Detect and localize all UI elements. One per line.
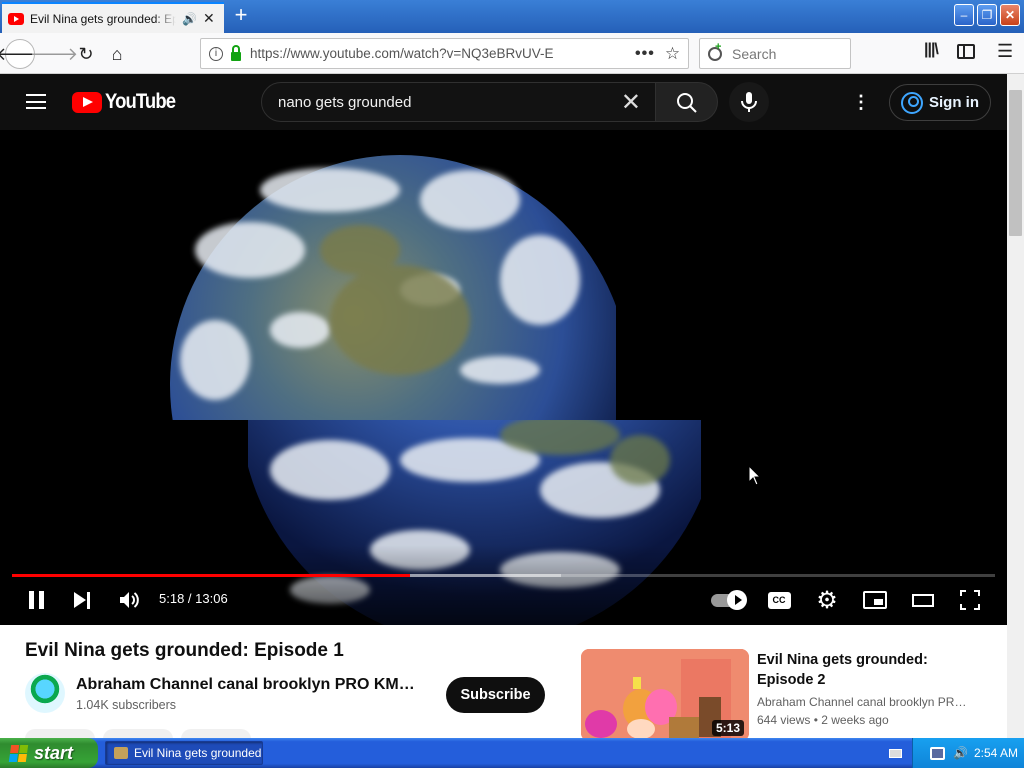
miniplayer-button[interactable] bbox=[862, 586, 888, 614]
firefox-window-icon bbox=[114, 747, 128, 759]
scrollbar-thumb[interactable] bbox=[1009, 90, 1022, 236]
youtube-masthead: YouTube nano gets grounded ✕ ⋮ Sign in bbox=[0, 74, 1007, 130]
youtube-wordmark: YouTube bbox=[105, 90, 176, 113]
web-search-box[interactable]: Search bbox=[699, 38, 851, 69]
minimize-window-button[interactable]: – bbox=[954, 4, 974, 26]
new-tab-button[interactable]: + bbox=[229, 4, 253, 28]
page-scrollbar[interactable] bbox=[1007, 74, 1024, 738]
mute-button[interactable] bbox=[117, 586, 141, 614]
next-video-button[interactable] bbox=[70, 586, 94, 614]
recommended-channel[interactable]: Abraham Channel canal brooklyn PRO KMS bbox=[757, 695, 967, 709]
progress-bar[interactable] bbox=[12, 574, 995, 577]
keyboard-icon[interactable] bbox=[889, 748, 902, 758]
pause-button[interactable] bbox=[24, 586, 48, 614]
duration-badge: 5:13 bbox=[712, 720, 745, 736]
action-buttons-row bbox=[25, 729, 251, 738]
subscriber-count: 1.04K subscribers bbox=[76, 698, 177, 712]
secure-lock-icon bbox=[231, 44, 241, 61]
guide-menu-icon[interactable] bbox=[26, 94, 46, 109]
youtube-play-logo-icon bbox=[72, 91, 102, 113]
settings-kebab-icon[interactable]: ⋮ bbox=[850, 92, 872, 114]
subtitles-button[interactable]: CC bbox=[767, 586, 791, 614]
system-tray: 🔊 2:54 AM bbox=[889, 738, 1024, 768]
youtube-search-input[interactable]: nano gets grounded ✕ bbox=[261, 82, 656, 122]
youtube-search-button[interactable] bbox=[655, 82, 718, 122]
account-icon bbox=[901, 91, 923, 114]
site-info-icon[interactable]: i bbox=[209, 46, 223, 61]
taskbar-window-item[interactable]: Evil Nina gets grounded: Episode 1 - You… bbox=[105, 741, 263, 765]
fullscreen-button[interactable] bbox=[958, 586, 982, 614]
taskbar-item-label: Evil Nina gets grounded: Episode 1 - You… bbox=[134, 746, 263, 760]
volume-icon bbox=[120, 592, 139, 608]
clock[interactable]: 2:54 AM bbox=[974, 746, 1018, 760]
progress-played bbox=[12, 574, 411, 577]
settings-gear-icon[interactable]: ⚙ bbox=[815, 586, 839, 614]
tab-title: Evil Nina gets grounded: Episode 1 - You… bbox=[30, 11, 176, 26]
hamburger-menu-icon[interactable]: ☰ bbox=[997, 41, 1013, 62]
video-player[interactable]: 5:18 / 13:06 CC ⚙ bbox=[0, 130, 1007, 625]
browser-toolbar: 🡐 🡒 ↻ ⌂ i https://www.youtube.com/watch?… bbox=[0, 33, 1024, 74]
address-bar[interactable]: i https://www.youtube.com/watch?v=NQ3eBR… bbox=[200, 38, 689, 69]
channel-avatar[interactable] bbox=[25, 673, 65, 713]
voice-search-button[interactable] bbox=[729, 82, 769, 122]
theater-mode-button[interactable] bbox=[911, 586, 935, 614]
autoplay-play-icon bbox=[727, 590, 747, 610]
time-display: 5:18 / 13:06 bbox=[159, 591, 228, 606]
sidebar-toggle-icon[interactable] bbox=[957, 44, 975, 59]
sign-in-button[interactable]: Sign in bbox=[889, 84, 991, 121]
channel-name[interactable]: Abraham Channel canal brooklyn PRO KMS Y… bbox=[76, 676, 421, 694]
subscribe-button[interactable]: Subscribe bbox=[446, 677, 545, 713]
forward-button[interactable]: 🡒 bbox=[30, 39, 78, 69]
speaker-icon[interactable]: 🔊 bbox=[182, 12, 197, 26]
library-icon[interactable]: |||\ bbox=[924, 41, 939, 59]
controls-gradient bbox=[0, 545, 1007, 625]
restore-window-button[interactable]: ❐ bbox=[977, 4, 997, 26]
youtube-favicon-icon bbox=[8, 12, 24, 25]
browser-tab-strip: Evil Nina gets grounded: Episode 1 - You… bbox=[0, 0, 1024, 33]
search-placeholder: Search bbox=[732, 45, 777, 62]
start-button[interactable]: start bbox=[0, 738, 98, 768]
cc-icon: CC bbox=[767, 591, 791, 609]
browser-tab[interactable]: Evil Nina gets grounded: Episode 1 - You… bbox=[2, 2, 224, 33]
fullscreen-icon bbox=[960, 590, 980, 610]
next-icon bbox=[74, 592, 86, 608]
clear-search-icon[interactable]: ✕ bbox=[621, 88, 641, 117]
close-tab-icon[interactable]: ✕ bbox=[203, 10, 215, 27]
miniplayer-icon bbox=[863, 591, 887, 609]
recommended-meta: 644 views • 2 weeks ago bbox=[757, 713, 889, 727]
url-text[interactable]: https://www.youtube.com/watch?v=NQ3eBRvU… bbox=[250, 46, 635, 61]
autoplay-toggle[interactable] bbox=[710, 586, 747, 614]
windows-logo-icon bbox=[8, 744, 29, 762]
sign-in-label: Sign in bbox=[929, 94, 979, 111]
recommended-age: 2 weeks ago bbox=[821, 713, 889, 727]
volume-tray-icon[interactable]: 🔊 bbox=[953, 746, 968, 760]
close-window-button[interactable]: ✕ bbox=[1000, 4, 1020, 26]
theater-icon bbox=[912, 593, 934, 607]
home-button[interactable]: ⌂ bbox=[102, 39, 132, 69]
youtube-logo[interactable]: YouTube bbox=[72, 90, 185, 114]
start-label: start bbox=[34, 742, 74, 763]
recommended-title[interactable]: Evil Nina gets grounded: Episode 2 bbox=[757, 650, 957, 690]
network-icon[interactable] bbox=[930, 746, 945, 760]
microphone-icon bbox=[741, 92, 757, 112]
watch-metadata: Evil Nina gets grounded: Episode 1 Abrah… bbox=[0, 625, 1007, 738]
search-icon bbox=[677, 93, 697, 113]
page-actions-button[interactable]: ••• bbox=[635, 45, 655, 63]
recommended-views: 644 views bbox=[757, 713, 811, 727]
video-title: Evil Nina gets grounded: Episode 1 bbox=[25, 640, 344, 661]
reload-button[interactable]: ↻ bbox=[71, 39, 101, 69]
search-query-text[interactable]: nano gets grounded bbox=[278, 94, 621, 111]
bookmark-star-icon[interactable]: ☆ bbox=[665, 44, 680, 64]
taskbar: start Evil Nina gets grounded: Episode 1… bbox=[0, 738, 1024, 768]
search-engine-icon bbox=[708, 41, 722, 61]
